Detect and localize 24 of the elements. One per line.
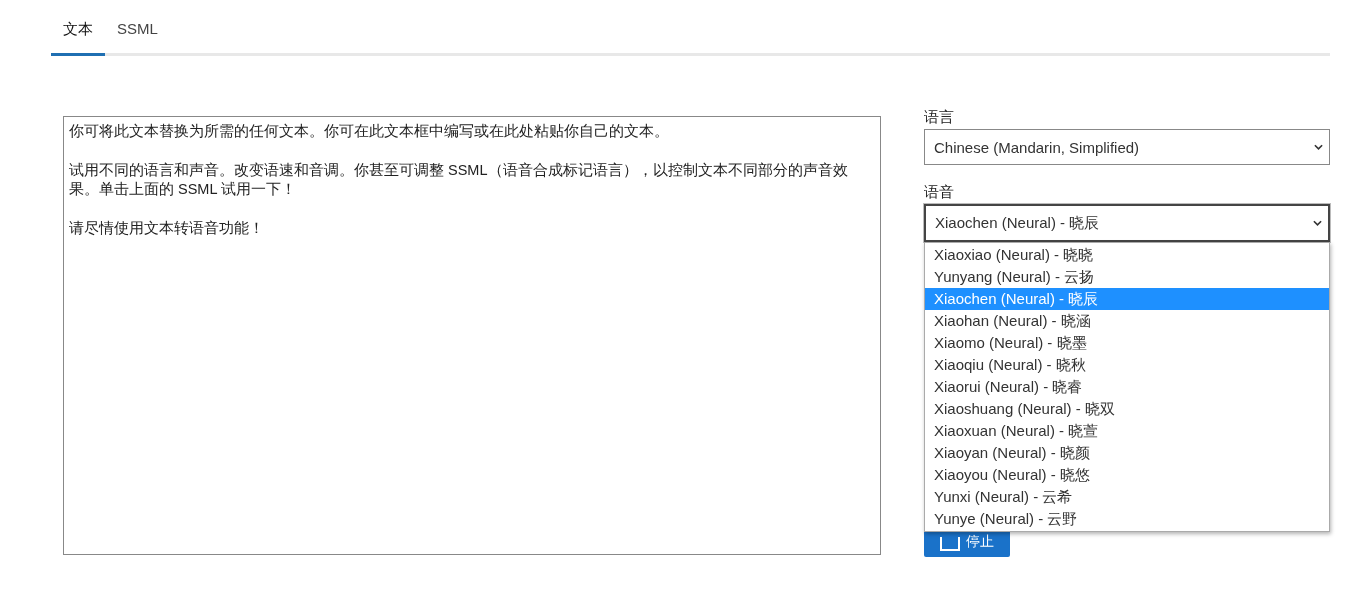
chevron-down-icon [1314, 144, 1323, 150]
field-label: 语音 [924, 182, 955, 202]
dropdown-option[interactable]: Xiaoqiu (Neural) - 晓秋 [925, 354, 1329, 376]
paragraph: 你可将此文本替换为所需的任何文本。你可在此文本框中编写或在此处粘贴你自己的文本。 [69, 122, 670, 141]
tab[interactable]: SSML [105, 18, 170, 56]
language-select[interactable]: Chinese (Mandarin, Simplified) [924, 129, 1330, 165]
dropdown-option[interactable]: Xiaoyan (Neural) - 晓颜 [925, 442, 1329, 464]
stop-icon [940, 537, 960, 551]
tab[interactable]: 文本 [51, 18, 105, 56]
paragraph: 试用不同的语言和声音。改变语速和音调。你甚至可调整 SSML（语音合成标记语言），以控制文本不同部分的声音效果。单击上面的 SSML 试用一下！ [69, 161, 849, 199]
dropdown-option[interactable]: Xiaoshuang (Neural) - 晓双 [925, 398, 1329, 420]
field-label: 语言 [924, 107, 955, 127]
dropdown-option[interactable]: Xiaohan (Neural) - 晓涵 [925, 310, 1329, 332]
text-input[interactable]: 你可将此文本替换为所需的任何文本。你可在此文本框中编写或在此处粘贴你自己的文本。 试用不同的语言和声音。改变语速和音调。你甚至可调整 SSML（语音合成标记语言），以控制文本不同部分的声音效果。单击上面的 SSML 试用一下！ 请尽情使用文本转语音功能！ [63, 116, 881, 555]
chevron-down-icon [1313, 220, 1322, 226]
dropdown-option[interactable]: Xiaoxuan (Neural) - 晓萱 [925, 420, 1329, 442]
dropdown-option[interactable]: Xiaorui (Neural) - 晓睿 [925, 376, 1329, 398]
dropdown-option[interactable]: Yunxi (Neural) - 云希 [925, 486, 1329, 508]
paragraph: 请尽情使用文本转语音功能！ [69, 219, 265, 238]
dropdown-option[interactable]: Xiaoxiao (Neural) - 晓晓 [925, 244, 1329, 266]
dropdown-option[interactable]: Xiaoyou (Neural) - 晓悠 [925, 464, 1329, 486]
voice-select[interactable]: Xiaochen (Neural) - 晓辰 [924, 204, 1330, 242]
dropdown-option[interactable]: Yunyang (Neural) - 云扬 [925, 266, 1329, 288]
dropdown-option[interactable]: Xiaomo (Neural) - 晓墨 [925, 332, 1329, 354]
